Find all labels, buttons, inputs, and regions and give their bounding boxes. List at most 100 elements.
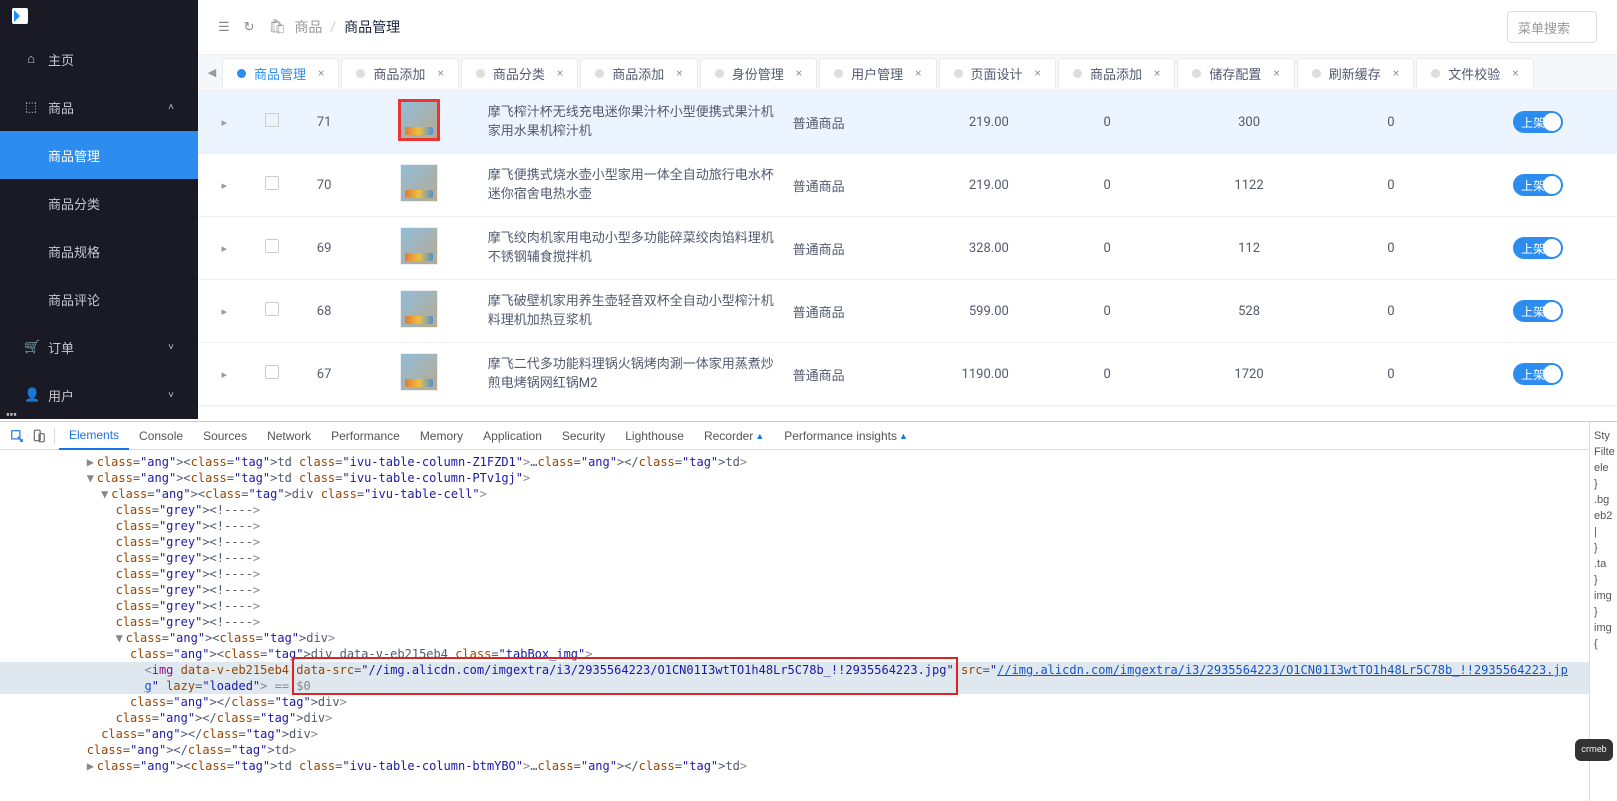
sidebar-item-2[interactable]: 商品管理 (0, 131, 198, 179)
dom-line[interactable]: ▼class="ang"><class="tag">div class="ivu… (0, 486, 1589, 502)
devtools-tab-memory[interactable]: Memory (410, 422, 473, 450)
close-icon[interactable]: × (796, 66, 802, 80)
close-icon[interactable]: × (1035, 66, 1041, 80)
expand-icon[interactable]: ▸ (222, 305, 228, 318)
close-icon[interactable]: × (1393, 66, 1399, 80)
close-icon[interactable]: × (437, 66, 443, 80)
status-switch[interactable]: 上架 (1513, 174, 1563, 196)
dom-line[interactable]: class="ang"></class="tag">td> (0, 742, 1589, 758)
breadcrumb-root[interactable]: 商品 (294, 17, 322, 37)
devtools-tab-application[interactable]: Application (473, 422, 552, 450)
expand-icon[interactable]: ▸ (222, 368, 228, 381)
table-row[interactable]: ▸71摩飞榨汁杯无线充电迷你果汁杯小型便携式果汁机家用水果机榨汁机普通商品219… (198, 91, 1617, 154)
devtools-tab-console[interactable]: Console (129, 422, 193, 450)
table-row[interactable]: ▸69摩飞绞肉机家用电动小型多功能碎菜绞肉馅料理机不锈钢辅食搅拌机普通商品328… (198, 217, 1617, 280)
dom-line[interactable]: class="ang"></class="tag">div> (0, 726, 1589, 742)
tab-2[interactable]: 商品分类× (461, 58, 578, 88)
dom-line[interactable]: class="grey"><!----> (0, 614, 1589, 630)
expand-icon[interactable]: ▸ (222, 116, 228, 129)
close-icon[interactable]: × (318, 66, 324, 80)
inspect-icon[interactable] (6, 425, 28, 447)
dom-line[interactable]: class="grey"><!----> (0, 518, 1589, 534)
devtools-tab-elements[interactable]: Elements (59, 422, 129, 450)
device-icon[interactable] (28, 425, 50, 447)
dom-line[interactable]: ▶class="ang"><class="tag">td class="ivu-… (0, 454, 1589, 470)
close-icon[interactable]: × (1512, 66, 1518, 80)
sidebar-item-0[interactable]: ⌂主页 (0, 35, 198, 83)
status-switch[interactable]: 上架 (1513, 237, 1563, 259)
sidebar-item-6[interactable]: 🛒订单˅ (0, 323, 198, 371)
dom-line-selected[interactable]: g" lazy="loaded"> == $0 (0, 678, 1589, 694)
expand-icon[interactable]: ▸ (222, 242, 228, 255)
sidebar-item-5[interactable]: 商品评论 (0, 275, 198, 323)
dom-line[interactable]: ▶class="ang"><class="tag">td class="ivu-… (0, 758, 1589, 774)
sidebar-item-3[interactable]: 商品分类 (0, 179, 198, 227)
devtools-tab-sources[interactable]: Sources (193, 422, 257, 450)
tab-4[interactable]: 身份管理× (700, 58, 817, 88)
devtools-dom-tree[interactable]: ▶class="ang"><class="tag">td class="ivu-… (0, 450, 1589, 801)
product-thumbnail[interactable] (400, 227, 438, 265)
table-row[interactable]: ▸68摩飞破壁机家用养生壶轻音双杯全自动小型榨汁机料理机加热豆浆机普通商品599… (198, 280, 1617, 343)
product-thumbnail[interactable] (400, 164, 438, 202)
dom-line[interactable]: ▼class="ang"><class="tag">td class="ivu-… (0, 470, 1589, 486)
tab-dot-icon (954, 69, 963, 78)
devtools-overflow-icon[interactable]: ⋯ (6, 404, 19, 425)
devtools-tab-performance[interactable]: Performance (321, 422, 410, 450)
devtools-tab-security[interactable]: Security (552, 422, 615, 450)
sidebar-item-1[interactable]: ⬚商品˄ (0, 83, 198, 131)
search-input[interactable]: 菜单搜索 (1507, 11, 1597, 43)
dom-line[interactable]: class="grey"><!----> (0, 582, 1589, 598)
cell-sold: 0 (1039, 280, 1176, 343)
devtools-tab-recorder[interactable]: Recorder▲ (694, 422, 774, 450)
expand-icon[interactable]: ▸ (222, 179, 228, 192)
tabs-scroll-left[interactable]: ◀ (202, 66, 222, 79)
tab-8[interactable]: 储存配置× (1177, 58, 1294, 88)
collapse-icon[interactable]: ☰ (218, 20, 230, 35)
product-thumbnail[interactable] (400, 290, 438, 328)
tab-9[interactable]: 刷新缓存× (1297, 58, 1414, 88)
dom-line[interactable]: class="grey"><!----> (0, 566, 1589, 582)
table-row[interactable]: ▸70摩飞便携式烧水壶小型家用一体全自动旅行电水杯迷你宿舍电热水壶普通商品219… (198, 154, 1617, 217)
dom-line[interactable]: class="grey"><!----> (0, 502, 1589, 518)
status-switch[interactable]: 上架 (1513, 363, 1563, 385)
status-switch[interactable]: 上架 (1513, 111, 1563, 133)
product-thumbnail[interactable] (400, 353, 438, 391)
dom-line[interactable]: class="ang"><class="tag">div data-v-eb21… (0, 646, 1589, 662)
table-row[interactable]: ▸67摩飞二代多功能料理锅火锅烤肉涮一体家用蒸煮炒煎电烤锅网红锅M2普通商品11… (198, 343, 1617, 406)
dom-line[interactable]: class="grey"><!----> (0, 550, 1589, 566)
close-icon[interactable]: × (915, 66, 921, 80)
dom-line[interactable]: class="ang"></class="tag">div> (0, 694, 1589, 710)
tab-7[interactable]: 商品添加× (1058, 58, 1175, 88)
dom-line-selected[interactable]: <img data-v-eb215eb4 data-src="//img.ali… (0, 662, 1589, 678)
checkbox[interactable] (265, 239, 279, 253)
devtools-tab-performance-insights[interactable]: Performance insights▲ (774, 422, 918, 450)
product-thumbnail[interactable] (400, 101, 438, 139)
cell-price: 219.00 (892, 154, 1039, 217)
status-switch[interactable]: 上架 (1513, 300, 1563, 322)
tab-1[interactable]: 商品添加× (341, 58, 458, 88)
refresh-icon[interactable]: ↻ (244, 20, 255, 35)
devtools-tab-network[interactable]: Network (257, 422, 321, 450)
dom-line[interactable]: class="grey"><!----> (0, 598, 1589, 614)
checkbox[interactable] (265, 176, 279, 190)
dom-line[interactable]: class="grey"><!----> (0, 534, 1589, 550)
sidebar-item-4[interactable]: 商品规格 (0, 227, 198, 275)
dom-line[interactable]: ▼class="ang"><class="tag">div> (0, 630, 1589, 646)
sidebar-item-7[interactable]: 👤用户˅ (0, 371, 198, 419)
close-icon[interactable]: × (557, 66, 563, 80)
close-icon[interactable]: × (1154, 66, 1160, 80)
tab-10[interactable]: 文件校验× (1416, 58, 1533, 88)
close-icon[interactable]: × (1273, 66, 1279, 80)
order-icon: 🛒 (24, 340, 38, 355)
cell-check (251, 343, 293, 406)
close-icon[interactable]: × (676, 66, 682, 80)
tab-6[interactable]: 页面设计× (939, 58, 1056, 88)
tab-0[interactable]: 商品管理× (222, 58, 339, 88)
checkbox[interactable] (265, 302, 279, 316)
devtools-tab-lighthouse[interactable]: Lighthouse (615, 422, 694, 450)
checkbox[interactable] (265, 365, 279, 379)
dom-line[interactable]: class="ang"></class="tag">div> (0, 710, 1589, 726)
checkbox[interactable] (265, 113, 279, 127)
tab-5[interactable]: 用户管理× (819, 58, 936, 88)
tab-3[interactable]: 商品添加× (580, 58, 697, 88)
